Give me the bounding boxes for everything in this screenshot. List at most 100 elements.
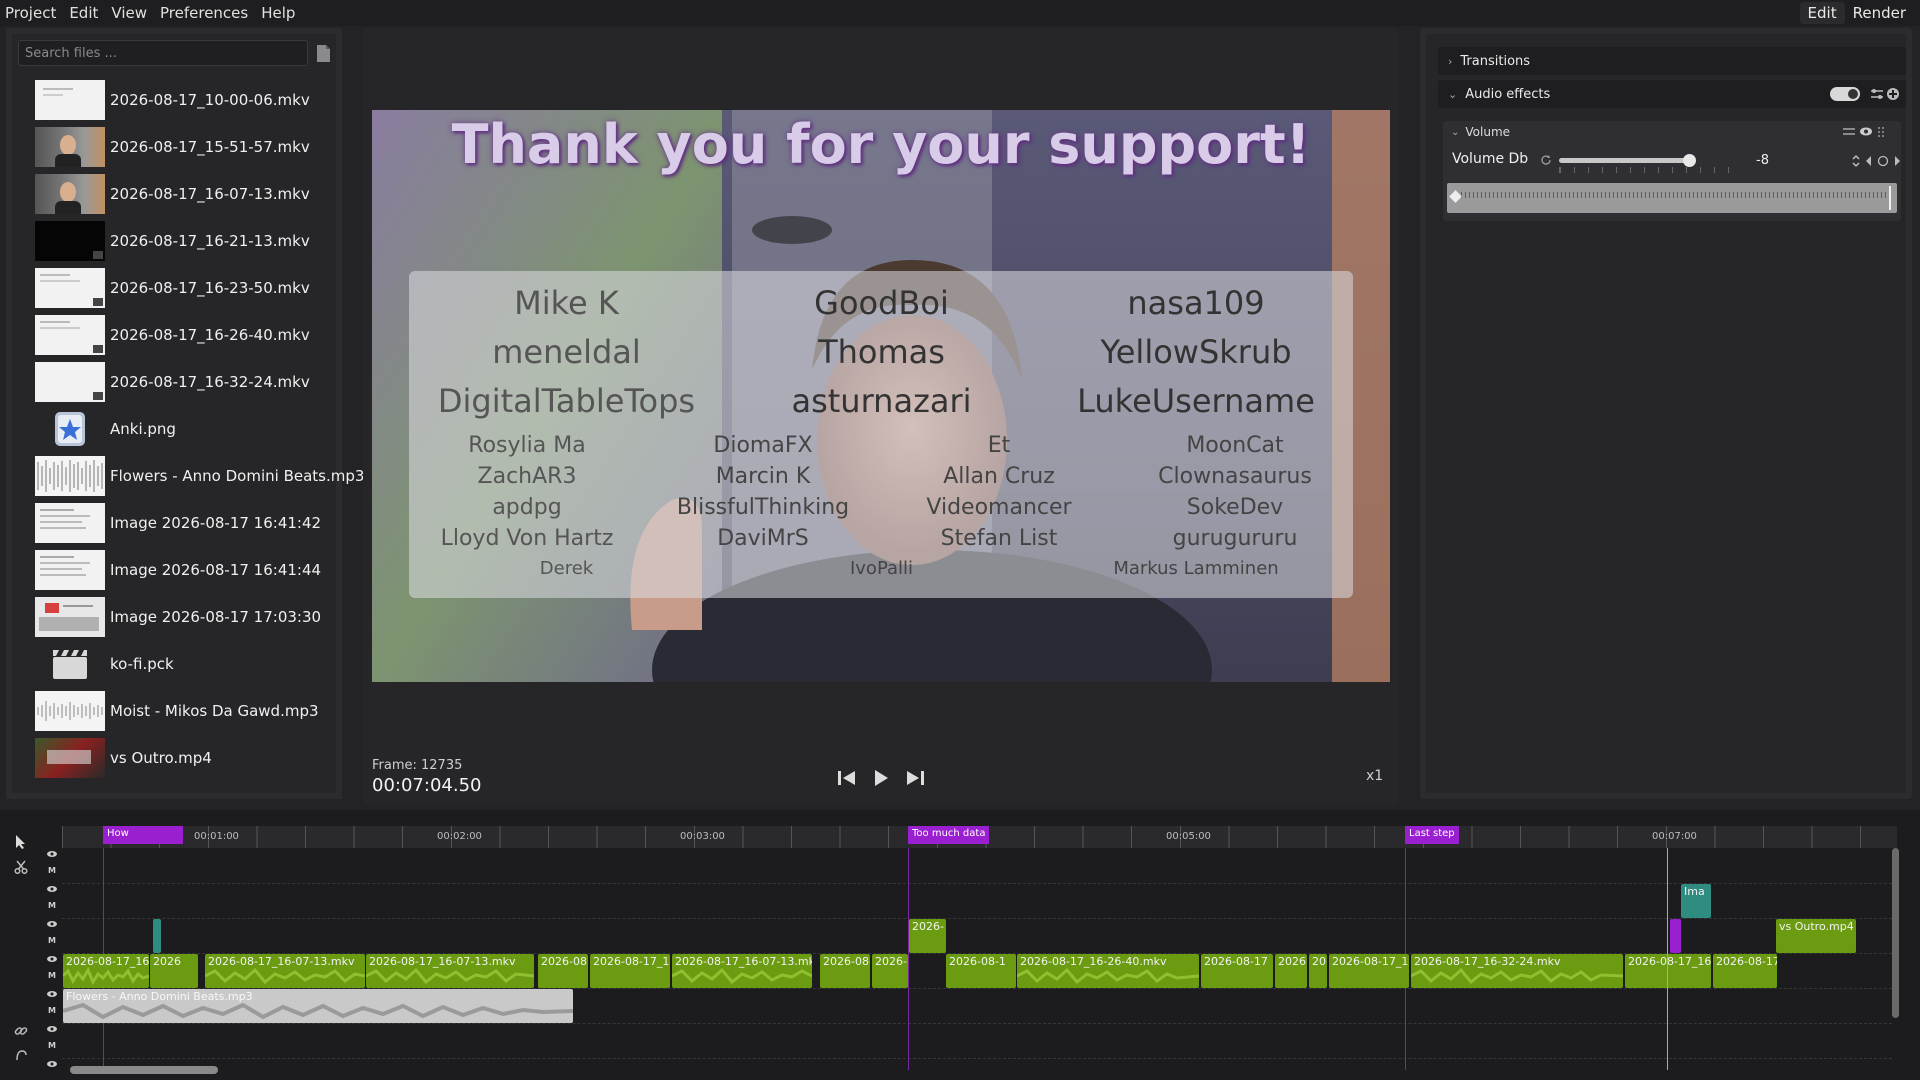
razor-tool-icon[interactable]: [14, 860, 28, 874]
timeline-clip[interactable]: 2026-08-17: [1201, 954, 1273, 988]
add-effect-icon[interactable]: [1886, 87, 1900, 101]
mode-render-button[interactable]: Render: [1845, 2, 1914, 24]
playback-speed[interactable]: x1: [1366, 768, 1383, 784]
drag-handle-icon[interactable]: [1877, 126, 1885, 138]
menu-preferences[interactable]: Preferences: [155, 4, 256, 22]
mute-toggle[interactable]: M: [48, 901, 56, 910]
menu-edit[interactable]: Edit: [64, 4, 106, 22]
file-item[interactable]: 2026-08-17_16-07-13.mkv: [22, 170, 342, 217]
file-item[interactable]: Flowers - Anno Domini Beats.mp3: [22, 452, 364, 499]
reset-icon[interactable]: [1540, 154, 1552, 166]
timeline-clip[interactable]: 2026-08-17_16-07-13.mkv: [366, 954, 534, 988]
timeline-clip[interactable]: 2026: [1275, 954, 1307, 988]
file-item[interactable]: 2026-08-17_16-32-24.mkv: [22, 358, 342, 405]
timeline-clip[interactable]: 2026-08: [538, 954, 588, 988]
snap-icon[interactable]: [14, 1048, 28, 1062]
settings-sliders-icon[interactable]: [1870, 88, 1884, 100]
mute-toggle[interactable]: M: [48, 1006, 56, 1015]
mute-toggle[interactable]: M: [48, 936, 56, 945]
transitions-header[interactable]: › Transitions: [1438, 47, 1906, 75]
eye-icon[interactable]: [46, 1060, 58, 1068]
clip-label: 2026-: [875, 955, 907, 968]
timeline-clip[interactable]: 2026-08-17_16: [1625, 954, 1711, 988]
menu-project[interactable]: Project: [0, 4, 64, 22]
timeline-clip[interactable]: 2026-: [909, 919, 946, 953]
file-name: 2026-08-17_10-00-06.mkv: [110, 90, 310, 109]
timeline-clip[interactable]: 2026-08-17_16: [1329, 954, 1409, 988]
timeline-clip[interactable]: 2026-08-17_16: [590, 954, 670, 988]
timeline-clip[interactable]: [153, 919, 161, 953]
volume-keyframe-track[interactable]: [1447, 183, 1897, 213]
eye-icon[interactable]: [46, 1025, 58, 1033]
timeline-clip[interactable]: 2026-08-17_16-07-13.mk: [672, 954, 812, 988]
mute-toggle[interactable]: M: [48, 971, 56, 980]
supporter-name: DiomaFX: [713, 433, 813, 458]
eye-icon[interactable]: [46, 850, 58, 858]
timeline-clip[interactable]: 2026-08-: [820, 954, 870, 988]
menu-view[interactable]: View: [106, 4, 155, 22]
video-preview[interactable]: Thank you for your support! Mike K GoodB…: [372, 110, 1390, 682]
link-icon[interactable]: [14, 1024, 28, 1038]
supporter-name: Thomas: [818, 332, 945, 371]
eye-icon[interactable]: [46, 920, 58, 928]
supporter-name: nasa109: [1127, 283, 1265, 322]
skip-forward-icon[interactable]: [904, 768, 926, 788]
timeline-clip[interactable]: 2026-08-17_16-26-40.mkv: [1017, 954, 1199, 988]
new-file-icon[interactable]: [316, 44, 331, 63]
eye-icon[interactable]: [1859, 126, 1873, 137]
file-item[interactable]: Anki.png: [22, 405, 342, 452]
timeline-clip[interactable]: 2026-08-1: [946, 954, 1016, 988]
skip-back-icon[interactable]: [836, 768, 858, 788]
volume-value[interactable]: -8: [1756, 153, 1769, 168]
eye-icon[interactable]: [46, 955, 58, 963]
timeline-clip[interactable]: 2026: [150, 954, 198, 988]
stepper-icon[interactable]: [1851, 153, 1861, 169]
keyframe-nav-icon[interactable]: [1865, 155, 1901, 167]
file-item[interactable]: ko-fi.pck: [22, 640, 342, 687]
file-item[interactable]: Moist - Mikos Da Gawd.mp3: [22, 687, 342, 734]
volume-slider-handle[interactable]: [1683, 154, 1696, 167]
eye-icon[interactable]: [46, 885, 58, 893]
search-files-input[interactable]: [18, 40, 308, 66]
file-item[interactable]: 2026-08-17_16-26-40.mkv: [22, 311, 342, 358]
timeline-ruler[interactable]: How 00:01:00 00:02:00 00:03:00 Too much …: [62, 826, 1897, 848]
file-item[interactable]: 2026-08-17_16-21-13.mkv: [22, 217, 342, 264]
mute-toggle[interactable]: M: [48, 1041, 56, 1050]
play-icon[interactable]: [872, 767, 890, 789]
timeline-marker[interactable]: Too much data: [908, 826, 990, 844]
file-item[interactable]: Image 2026-08-17 17:03:30: [22, 593, 342, 640]
file-item[interactable]: Image 2026-08-17 16:41:44: [22, 546, 342, 593]
mode-edit-button[interactable]: Edit: [1799, 2, 1845, 24]
timeline-clip[interactable]: 2026-08-17: [1713, 954, 1777, 988]
file-name: Flowers - Anno Domini Beats.mp3: [110, 466, 365, 485]
file-item[interactable]: 2026-08-17_16-23-50.mkv: [22, 264, 342, 311]
file-item[interactable]: Image 2026-08-17 16:41:42: [22, 499, 342, 546]
timeline-audio-clip[interactable]: Flowers - Anno Domini Beats.mp3: [63, 989, 573, 1023]
timeline-marker[interactable]: Last step: [1405, 826, 1459, 844]
file-item[interactable]: vs Outro.mp4: [22, 734, 342, 781]
vertical-scrollbar[interactable]: [1892, 848, 1899, 1018]
audio-effects-toggle[interactable]: [1830, 87, 1860, 101]
timeline-marker[interactable]: How: [103, 826, 183, 844]
timeline-clip[interactable]: 2026-08-17_16-07-13.mkv: [205, 954, 365, 988]
audio-effects-header[interactable]: ⌄ Audio effects: [1438, 80, 1906, 108]
timeline-clip[interactable]: Ima: [1681, 884, 1711, 918]
volume-effect-header[interactable]: ⌄ Volume: [1443, 121, 1901, 143]
menu-help[interactable]: Help: [256, 4, 303, 22]
settings-sliders-icon[interactable]: [1843, 126, 1855, 137]
timeline-clip[interactable]: vs Outro.mp4: [1776, 919, 1856, 953]
eye-icon[interactable]: [46, 990, 58, 998]
file-item[interactable]: 2026-08-17_15-51-57.mkv: [22, 123, 342, 170]
select-tool-icon[interactable]: [14, 834, 28, 850]
timeline-clip[interactable]: 20: [1309, 954, 1327, 988]
file-item[interactable]: 2026-08-17_10-00-06.mkv: [22, 76, 342, 123]
timeline-clip[interactable]: [1670, 919, 1681, 953]
timeline-clip[interactable]: 2026-: [872, 954, 908, 988]
supporter-name: Markus Lamminen: [1113, 558, 1279, 579]
timeline-clip[interactable]: 2026-08-17_16-32-24.mkv: [1411, 954, 1623, 988]
horizontal-scrollbar[interactable]: [70, 1066, 218, 1074]
playhead[interactable]: [1667, 848, 1668, 1070]
waveform-icon: [35, 690, 105, 731]
timeline-clip[interactable]: 2026-08-17_16: [63, 954, 149, 988]
mute-toggle[interactable]: M: [48, 866, 56, 875]
